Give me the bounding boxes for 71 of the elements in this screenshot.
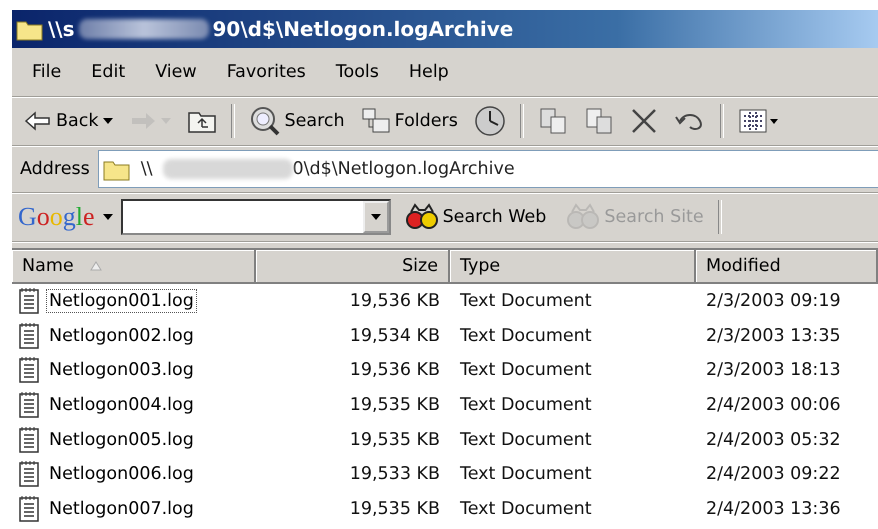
delete-icon xyxy=(630,107,658,135)
views-icon xyxy=(738,107,780,135)
binoculars-icon xyxy=(404,202,439,232)
file-type: Text Document xyxy=(459,360,593,380)
address-field[interactable]: \\ 0\d$\Netlogon.logArchive xyxy=(98,150,878,188)
folders-button[interactable]: Folders xyxy=(354,103,464,139)
clock-icon xyxy=(474,105,506,137)
back-button[interactable]: Back xyxy=(18,107,118,135)
binoculars-icon xyxy=(566,202,600,232)
search-icon xyxy=(248,105,280,137)
menu-item[interactable]: Help xyxy=(396,58,461,86)
file-modified: 2/4/2003 05:32 xyxy=(705,430,842,450)
address-text: \\ xyxy=(140,159,152,179)
folders-icon xyxy=(360,107,391,135)
window-title: 90\d$\Netlogon.logArchive xyxy=(212,17,514,41)
file-name[interactable]: Netlogon007.log xyxy=(46,496,197,521)
file-modified: 2/3/2003 09:19 xyxy=(705,291,842,312)
menu-item[interactable]: View xyxy=(143,58,209,86)
menu-item[interactable]: File xyxy=(20,58,74,86)
text-file-icon xyxy=(18,494,40,523)
menu-item[interactable]: Edit xyxy=(79,58,138,86)
text-file-icon xyxy=(18,322,40,350)
file-type: Text Document xyxy=(459,464,593,484)
file-size: 19,535 KB xyxy=(348,395,441,416)
column-header[interactable]: Name xyxy=(12,250,256,284)
caret-icon[interactable] xyxy=(370,214,381,220)
file-modified: 2/3/2003 13:35 xyxy=(705,326,842,346)
file-type: Text Document xyxy=(459,430,593,450)
column-header[interactable]: Size xyxy=(256,250,450,284)
file-size: 19,536 KB xyxy=(348,360,441,380)
column-header[interactable]: Type xyxy=(450,250,696,284)
file-modified: 2/4/2003 13:36 xyxy=(705,498,842,519)
move-to-icon xyxy=(538,107,568,135)
google-logo[interactable]: Google xyxy=(18,202,95,232)
file-size: 19,533 KB xyxy=(348,464,441,484)
file-modified: 2/4/2003 09:22 xyxy=(705,464,842,484)
file-size: 19,534 KB xyxy=(348,326,441,346)
menu-item[interactable]: Tools xyxy=(324,58,391,86)
file-type: Text Document xyxy=(459,291,593,312)
file-name[interactable]: Netlogon003.log xyxy=(46,358,197,382)
menu-item[interactable]: Favorites xyxy=(214,58,318,86)
column-header[interactable]: Modified xyxy=(696,250,878,284)
text-file-icon xyxy=(18,391,40,420)
file-modified: 2/4/2003 00:06 xyxy=(705,395,842,416)
text-file-icon xyxy=(18,356,40,384)
file-name[interactable]: Netlogon002.log xyxy=(46,324,197,348)
file-name[interactable]: Netlogon006.log xyxy=(46,462,197,486)
file-size: 19,535 KB xyxy=(348,430,441,450)
search-combo-field[interactable] xyxy=(120,199,391,235)
file-size: 19,536 KB xyxy=(348,291,441,312)
file-name[interactable]: Netlogon005.log xyxy=(46,428,197,452)
text-file-icon xyxy=(18,287,40,316)
file-size: 19,535 KB xyxy=(348,498,441,519)
sort-arrow-icon xyxy=(90,261,102,271)
caret-icon xyxy=(102,118,112,124)
file-name[interactable]: Netlogon004.log xyxy=(46,393,197,418)
caret-icon[interactable] xyxy=(102,214,113,220)
text-file-icon xyxy=(18,460,40,488)
search-button[interactable]: Search Web xyxy=(398,198,552,236)
address-label: Address xyxy=(20,159,90,179)
copy-to-icon xyxy=(584,107,614,135)
file-type: Text Document xyxy=(459,498,593,519)
back-arrow-icon xyxy=(24,111,52,131)
search-button[interactable]: Search xyxy=(242,101,351,141)
file-name[interactable]: Netlogon001.log xyxy=(46,289,197,314)
address-text: 0\d$\Netlogon.logArchive xyxy=(292,159,515,179)
text-file-icon xyxy=(18,426,40,454)
file-modified: 2/3/2003 18:13 xyxy=(705,360,842,380)
file-type: Text Document xyxy=(459,395,593,416)
file-type: Text Document xyxy=(459,326,593,346)
window-title: \\s xyxy=(48,17,75,41)
